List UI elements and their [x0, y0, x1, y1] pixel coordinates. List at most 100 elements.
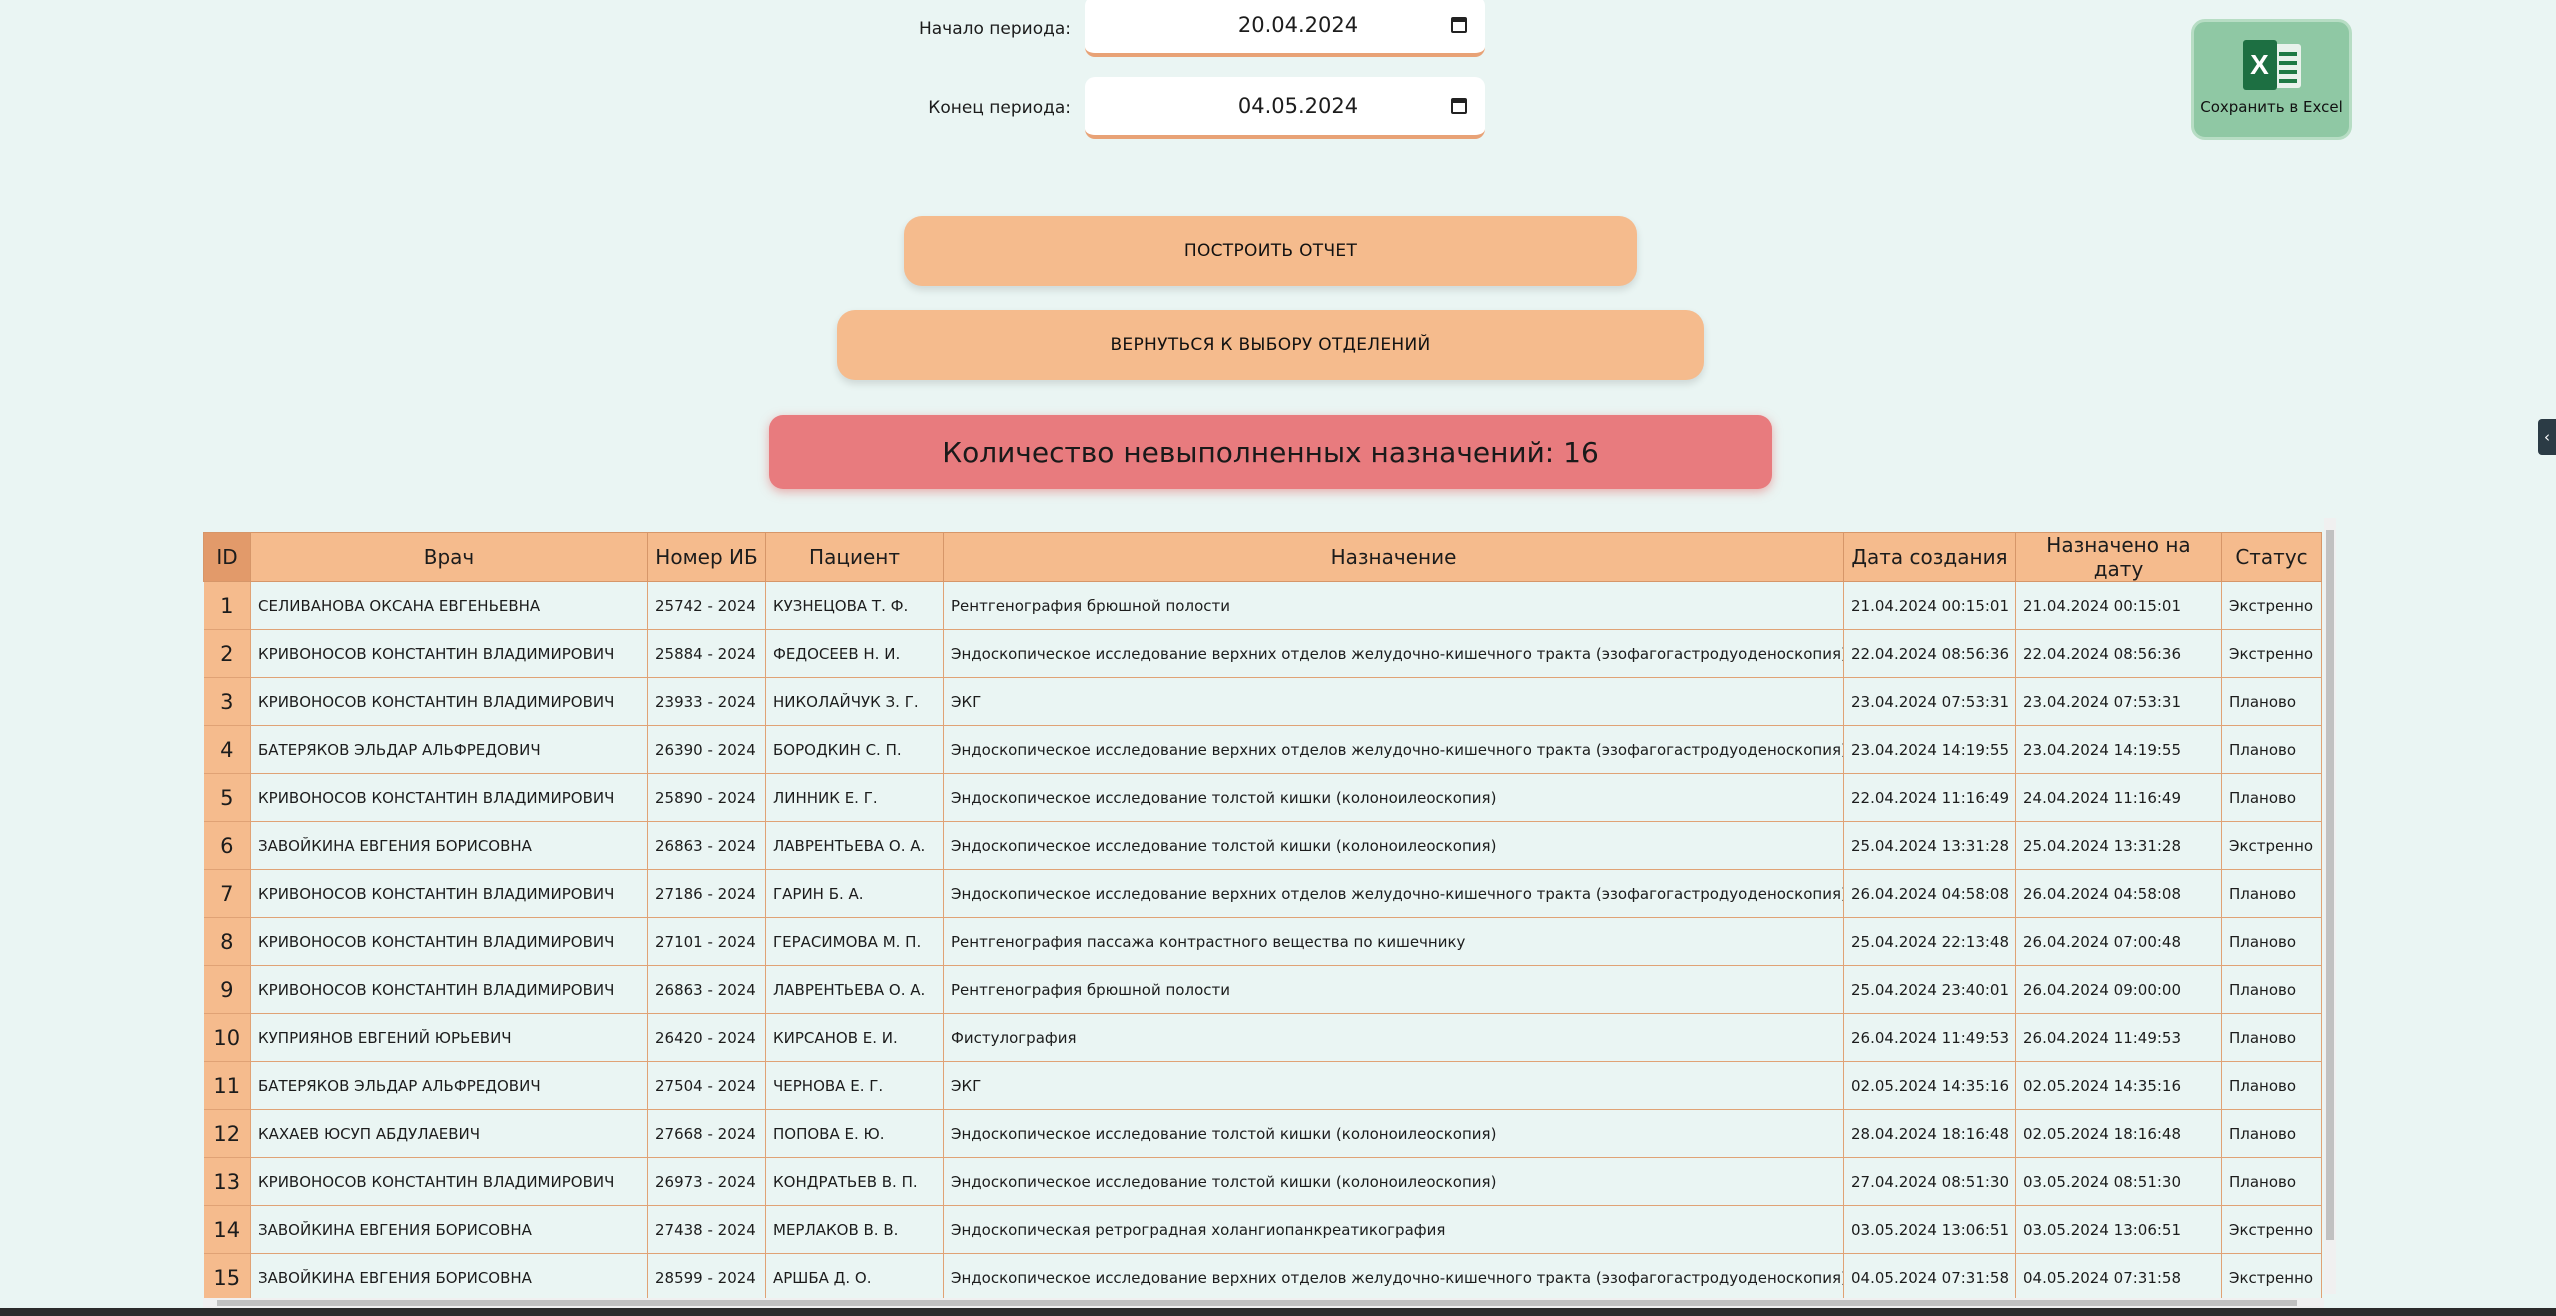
cell-record-number: 26863 - 2024: [647, 821, 766, 870]
cell-created-date: 22.04.2024 08:56:36: [1843, 629, 2016, 678]
cell-appointment: Эндоскопическое исследование толстой киш…: [943, 773, 1844, 822]
report-page: Начало периода: 20.04.2024 Конец периода…: [0, 0, 2556, 1316]
chevron-left-icon[interactable]: ‹: [2538, 419, 2556, 455]
cell-doctor: КУПРИЯНОВ ЕВГЕНИЙ ЮРЬЕВИЧ: [250, 1013, 648, 1062]
cell-status: Планово: [2221, 1013, 2322, 1062]
table-row[interactable]: 15 ЗАВОЙКИНА ЕВГЕНИЯ БОРИСОВНА 28599 - 202…: [203, 1253, 2322, 1298]
cell-id: 5: [203, 773, 251, 822]
cell-scheduled-date: 26.04.2024 04:58:08: [2015, 869, 2222, 918]
column-header-doctor[interactable]: Врач: [250, 532, 648, 582]
table-row[interactable]: 7 КРИВОНОСОВ КОНСТАНТИН ВЛАДИМИРОВИЧ 27186…: [203, 869, 2322, 918]
cell-status: Экстренно: [2221, 581, 2322, 630]
cell-scheduled-date: 03.05.2024 08:51:30: [2015, 1157, 2222, 1206]
bottom-bar: [0, 1308, 2556, 1316]
cell-status: Планово: [2221, 1061, 2322, 1110]
cell-patient: КУЗНЕЦОВА Т. Ф.: [765, 581, 944, 630]
table-row[interactable]: 2 КРИВОНОСОВ КОНСТАНТИН ВЛАДИМИРОВИЧ 25884…: [203, 629, 2322, 678]
cell-doctor: ЗАВОЙКИНА ЕВГЕНИЯ БОРИСОВНА: [250, 1253, 648, 1298]
horizontal-scrollbar[interactable]: [203, 1298, 2324, 1308]
table-row[interactable]: 6 ЗАВОЙКИНА ЕВГЕНИЯ БОРИСОВНА 26863 - 2024…: [203, 821, 2322, 870]
cell-appointment: Рентгенография пассажа контрастного веще…: [943, 917, 1844, 966]
cell-appointment: Эндоскопическое исследование толстой киш…: [943, 1157, 1844, 1206]
table-row[interactable]: 8 КРИВОНОСОВ КОНСТАНТИН ВЛАДИМИРОВИЧ 27101…: [203, 917, 2322, 966]
period-end-input[interactable]: 04.05.2024: [1085, 77, 1485, 139]
column-header-appointment[interactable]: Назначение: [943, 532, 1844, 582]
excel-icon: X: [2242, 40, 2301, 90]
cell-id: 2: [203, 629, 251, 678]
table-row[interactable]: 4 БАТЕРЯКОВ ЭЛЬДАР АЛЬФРЕДОВИЧ 26390 - 202…: [203, 725, 2322, 774]
table-row[interactable]: 10 КУПРИЯНОВ ЕВГЕНИЙ ЮРЬЕВИЧ 26420 - 2024 К…: [203, 1013, 2322, 1062]
table-row[interactable]: 3 КРИВОНОСОВ КОНСТАНТИН ВЛАДИМИРОВИЧ 23933…: [203, 677, 2322, 726]
table-body: 1 СЕЛИВАНОВА ОКСАНА ЕВГЕНЬЕВНА 25742 - 202…: [203, 581, 2322, 1298]
cell-appointment: Эндоскопическое исследование верхних отд…: [943, 725, 1844, 774]
cell-patient: ЛИННИК Е. Г.: [765, 773, 944, 822]
cell-record-number: 27504 - 2024: [647, 1061, 766, 1110]
cell-scheduled-date: 21.04.2024 00:15:01: [2015, 581, 2222, 630]
cell-appointment: Эндоскопическое исследование верхних отд…: [943, 1253, 1844, 1298]
cell-patient: КИРСАНОВ Е. И.: [765, 1013, 944, 1062]
cell-doctor: КРИВОНОСОВ КОНСТАНТИН ВЛАДИМИРОВИЧ: [250, 1157, 648, 1206]
cell-doctor: ЗАВОЙКИНА ЕВГЕНИЯ БОРИСОВНА: [250, 1205, 648, 1254]
cell-scheduled-date: 02.05.2024 18:16:48: [2015, 1109, 2222, 1158]
cell-scheduled-date: 02.05.2024 14:35:16: [2015, 1061, 2222, 1110]
cell-status: Планово: [2221, 677, 2322, 726]
cell-record-number: 23933 - 2024: [647, 677, 766, 726]
cell-status: Планово: [2221, 1157, 2322, 1206]
cell-created-date: 02.05.2024 14:35:16: [1843, 1061, 2016, 1110]
cell-id: 9: [203, 965, 251, 1014]
calendar-icon[interactable]: [1451, 16, 1467, 33]
table-row[interactable]: 1 СЕЛИВАНОВА ОКСАНА ЕВГЕНЬЕВНА 25742 - 202…: [203, 581, 2322, 630]
column-header-created-date[interactable]: Дата создания: [1843, 532, 2016, 582]
cell-patient: НИКОЛАЙЧУК З. Г.: [765, 677, 944, 726]
cell-scheduled-date: 26.04.2024 11:49:53: [2015, 1013, 2222, 1062]
cell-record-number: 26390 - 2024: [647, 725, 766, 774]
save-excel-button[interactable]: X Сохранить в Excel: [2191, 19, 2352, 140]
cell-id: 14: [203, 1205, 251, 1254]
cell-id: 15: [203, 1253, 251, 1298]
cell-id: 11: [203, 1061, 251, 1110]
table-row[interactable]: 13 КРИВОНОСОВ КОНСТАНТИН ВЛАДИМИРОВИЧ 2697…: [203, 1157, 2322, 1206]
period-start-input[interactable]: 20.04.2024: [1085, 0, 1485, 57]
table-row[interactable]: 5 КРИВОНОСОВ КОНСТАНТИН ВЛАДИМИРОВИЧ 25890…: [203, 773, 2322, 822]
calendar-icon[interactable]: [1451, 98, 1467, 114]
cell-record-number: 25890 - 2024: [647, 773, 766, 822]
vertical-scrollbar[interactable]: [2324, 518, 2336, 1294]
cell-appointment: Эндоскопическое исследование верхних отд…: [943, 869, 1844, 918]
cell-doctor: КРИВОНОСОВ КОНСТАНТИН ВЛАДИМИРОВИЧ: [250, 677, 648, 726]
cell-appointment: ЭКГ: [943, 1061, 1844, 1110]
cell-record-number: 26420 - 2024: [647, 1013, 766, 1062]
cell-record-number: 26863 - 2024: [647, 965, 766, 1014]
column-header-record-number[interactable]: Номер ИБ: [647, 532, 766, 582]
column-header-scheduled-date[interactable]: Назначено на дату: [2015, 532, 2222, 582]
cell-patient: ЛАВРЕНТЬЕВА О. А.: [765, 821, 944, 870]
table-row[interactable]: 14 ЗАВОЙКИНА ЕВГЕНИЯ БОРИСОВНА 27438 - 202…: [203, 1205, 2322, 1254]
table-row[interactable]: 11 БАТЕРЯКОВ ЭЛЬДАР АЛЬФРЕДОВИЧ 27504 - 20…: [203, 1061, 2322, 1110]
cell-status: Экстренно: [2221, 1205, 2322, 1254]
cell-status: Экстренно: [2221, 629, 2322, 678]
cell-created-date: 25.04.2024 23:40:01: [1843, 965, 2016, 1014]
build-report-button[interactable]: ПОСТРОИТЬ ОТЧЕТ: [904, 216, 1637, 286]
cell-doctor: БАТЕРЯКОВ ЭЛЬДАР АЛЬФРЕДОВИЧ: [250, 725, 648, 774]
cell-created-date: 25.04.2024 13:31:28: [1843, 821, 2016, 870]
cell-status: Планово: [2221, 1109, 2322, 1158]
cell-scheduled-date: 04.05.2024 07:31:58: [2015, 1253, 2222, 1298]
cell-created-date: 04.05.2024 07:31:58: [1843, 1253, 2016, 1298]
table-row[interactable]: 9 КРИВОНОСОВ КОНСТАНТИН ВЛАДИМИРОВИЧ 26863…: [203, 965, 2322, 1014]
cell-scheduled-date: 26.04.2024 09:00:00: [2015, 965, 2222, 1014]
cell-id: 13: [203, 1157, 251, 1206]
table-header-row: ID Врач Номер ИБ Пациент Назначение Дата созд…: [203, 532, 2322, 582]
column-header-status[interactable]: Статус: [2221, 532, 2322, 582]
cell-id: 10: [203, 1013, 251, 1062]
cell-scheduled-date: 23.04.2024 14:19:55: [2015, 725, 2222, 774]
cell-created-date: 23.04.2024 07:53:31: [1843, 677, 2016, 726]
column-header-id[interactable]: ID: [203, 532, 251, 582]
cell-patient: КОНДРАТЬЕВ В. П.: [765, 1157, 944, 1206]
period-end-label: Конец периода:: [928, 98, 1071, 118]
column-header-patient[interactable]: Пациент: [765, 532, 944, 582]
cell-status: Планово: [2221, 917, 2322, 966]
table-row[interactable]: 12 КАХАЕВ ЮСУП АБДУЛАЕВИЧ 27668 - 2024 ПОПО…: [203, 1109, 2322, 1158]
cell-patient: БОРОДКИН С. П.: [765, 725, 944, 774]
cell-scheduled-date: 26.04.2024 07:00:48: [2015, 917, 2222, 966]
back-to-departments-button[interactable]: ВЕРНУТЬСЯ К ВЫБОРУ ОТДЕЛЕНИЙ: [837, 310, 1704, 380]
cell-id: 3: [203, 677, 251, 726]
